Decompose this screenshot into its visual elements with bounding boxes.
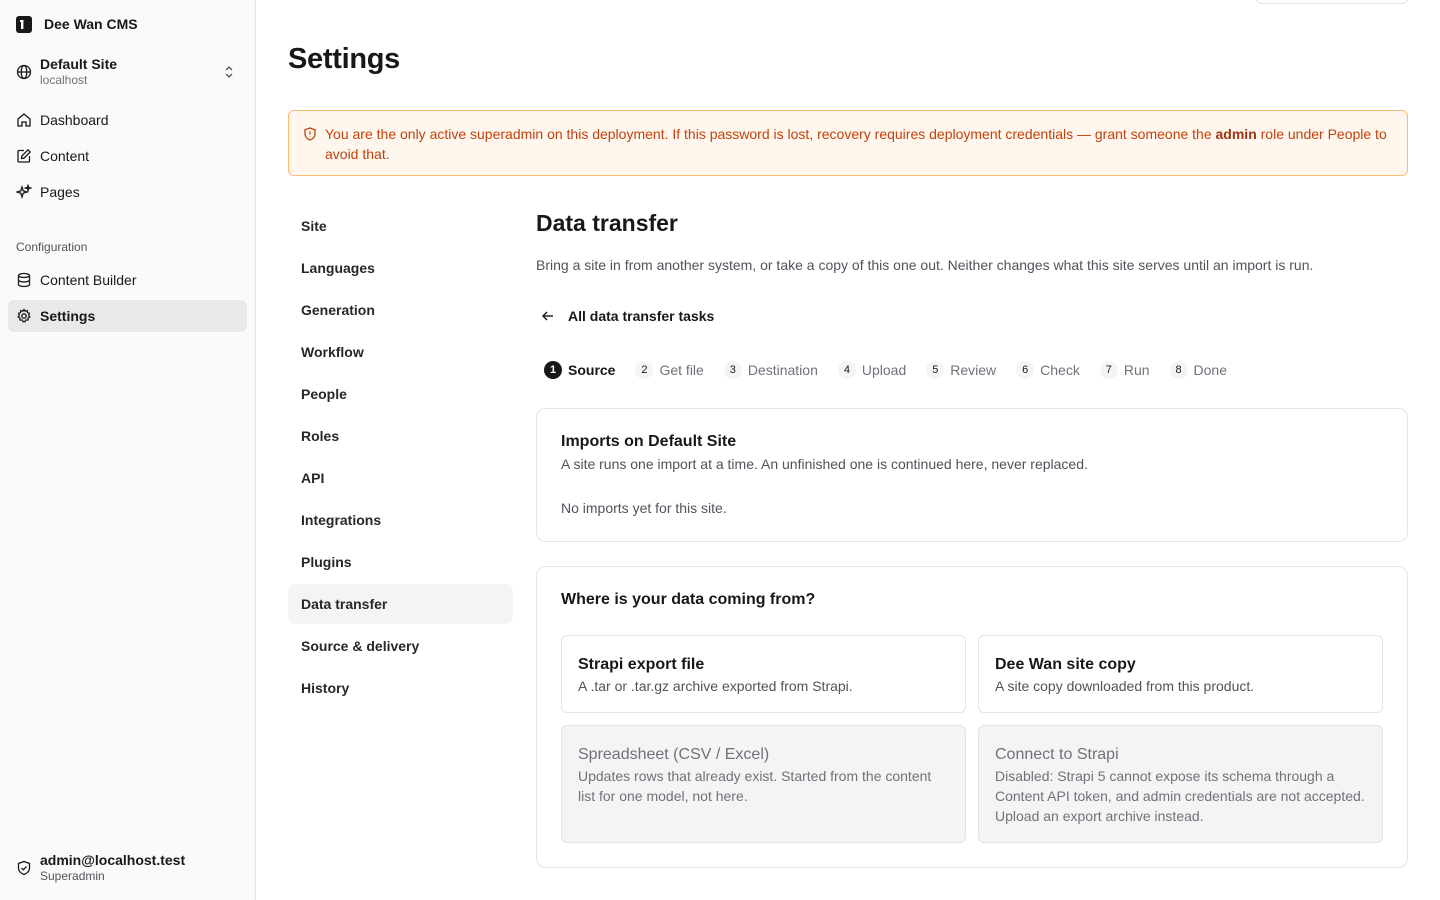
- user-role: Superadmin: [40, 869, 105, 883]
- option-title: Strapi export file: [578, 656, 705, 673]
- nav-item-content-builder[interactable]: Content Builder: [8, 264, 247, 296]
- step-label: Get file: [659, 362, 704, 378]
- gear-icon: [17, 308, 31, 323]
- settings-nav-plugins[interactable]: Plugins: [288, 542, 513, 582]
- step-number: 5: [926, 361, 945, 379]
- option-description: A site copy downloaded from this product…: [995, 678, 1255, 694]
- imports-description: A site runs one import at a time. An unf…: [561, 456, 1088, 472]
- step-upload[interactable]: 4 Upload: [837, 361, 907, 379]
- step-label: Check: [1040, 362, 1080, 378]
- stepper: 1 Source 2 Get file 3 Destination 4 Upload 5…: [544, 358, 1247, 382]
- option-title: Spreadsheet (CSV / Excel): [578, 746, 770, 763]
- source-question: Where is your data coming from?: [561, 591, 816, 608]
- nav-item-label: Pages: [40, 184, 80, 200]
- database-icon: [17, 272, 31, 288]
- alert-strong: admin: [1215, 126, 1257, 142]
- step-number: 2: [635, 361, 654, 379]
- step-done[interactable]: 8 Done: [1169, 361, 1227, 379]
- top-action-stub[interactable]: [1256, 0, 1408, 4]
- source-option-spreadsheet: Spreadsheet (CSV / Excel) Updates rows t…: [561, 725, 966, 843]
- settings-nav-languages[interactable]: Languages: [288, 248, 513, 288]
- step-label: Done: [1193, 362, 1227, 378]
- step-number: 1: [544, 361, 562, 379]
- site-host: localhost: [40, 73, 88, 87]
- app-logo-icon: [16, 15, 32, 33]
- site-switcher[interactable]: Default Site localhost: [8, 52, 248, 92]
- option-description: A .tar or .tar.gz archive exported from …: [578, 678, 853, 694]
- nav-item-settings[interactable]: Settings: [8, 300, 247, 332]
- back-link-label: All data transfer tasks: [568, 308, 715, 324]
- imports-card: Imports on Default Site A site runs one …: [536, 408, 1408, 542]
- source-option-strapi-export[interactable]: Strapi export file A .tar or .tar.gz arc…: [561, 635, 966, 713]
- nav-item-label: Content: [40, 148, 90, 164]
- settings-nav-api[interactable]: API: [288, 458, 513, 498]
- step-number: 6: [1016, 361, 1035, 379]
- step-label: Run: [1123, 362, 1150, 378]
- step-number: 4: [837, 361, 856, 379]
- settings-nav-history[interactable]: History: [288, 668, 513, 708]
- step-label: Review: [950, 362, 997, 378]
- arrow-left-icon: [542, 311, 553, 321]
- nav-group-label: Configuration: [16, 240, 88, 254]
- superadmin-warning-alert: You are the only active superadmin on th…: [288, 110, 1408, 176]
- alert-text-before: You are the only active superadmin on th…: [325, 126, 1216, 142]
- option-title: Dee Wan site copy: [995, 656, 1136, 673]
- settings-nav-source-delivery[interactable]: Source & delivery: [288, 626, 513, 666]
- nav-item-pages[interactable]: Pages: [8, 176, 247, 208]
- brand[interactable]: Dee Wan CMS: [16, 14, 138, 34]
- globe-icon: [16, 64, 32, 80]
- settings-nav-site[interactable]: Site: [288, 206, 513, 246]
- user-email: admin@localhost.test: [40, 852, 186, 868]
- option-description: Updates rows that already exist. Started…: [578, 768, 932, 804]
- step-label: Source: [568, 362, 616, 378]
- back-to-tasks-link[interactable]: All data transfer tasks: [540, 304, 714, 328]
- source-card: Where is your data coming from? Strapi e…: [536, 566, 1408, 868]
- step-review[interactable]: 5 Review: [926, 361, 996, 379]
- source-option-site-copy[interactable]: Dee Wan site copy A site copy downloaded…: [978, 635, 1383, 713]
- settings-nav-workflow[interactable]: Workflow: [288, 332, 513, 372]
- settings-nav-roles[interactable]: Roles: [288, 416, 513, 456]
- sparkles-icon: [16, 184, 32, 200]
- settings-nav-integrations[interactable]: Integrations: [288, 500, 513, 540]
- nav-item-dashboard[interactable]: Dashboard: [8, 104, 247, 136]
- shield-check-icon: [17, 860, 31, 876]
- shield-alert-icon: [304, 127, 316, 141]
- step-get-file[interactable]: 2 Get file: [635, 361, 704, 379]
- step-number: 8: [1169, 361, 1188, 379]
- option-title: Connect to Strapi: [995, 746, 1119, 763]
- nav-item-label: Dashboard: [40, 112, 109, 128]
- page-title: Settings: [288, 43, 400, 75]
- user-menu[interactable]: admin@localhost.test Superadmin: [8, 848, 248, 888]
- sidebar: Dee Wan CMS Default Site localhost Dashb…: [0, 0, 256, 900]
- app-name: Dee Wan CMS: [44, 16, 138, 32]
- step-run[interactable]: 7 Run: [1099, 361, 1150, 379]
- settings-nav-generation[interactable]: Generation: [288, 290, 513, 330]
- imports-empty-state: No imports yet for this site.: [561, 500, 727, 516]
- step-source[interactable]: 1 Source: [544, 361, 615, 379]
- source-option-connect-strapi: Connect to Strapi Disabled: Strapi 5 can…: [978, 725, 1383, 843]
- settings-nav-data-transfer[interactable]: Data transfer: [288, 584, 513, 624]
- step-label: Destination: [747, 362, 818, 378]
- settings-nav-people[interactable]: People: [288, 374, 513, 414]
- nav-item-label: Content Builder: [40, 272, 137, 288]
- option-description: Disabled: Strapi 5 cannot expose its sch…: [995, 768, 1365, 824]
- section-description: Bring a site in from another system, or …: [536, 257, 1314, 273]
- imports-title: Imports on Default Site: [561, 433, 737, 450]
- step-number: 7: [1099, 361, 1118, 379]
- step-check[interactable]: 6 Check: [1016, 361, 1080, 379]
- nav-item-label: Settings: [40, 308, 96, 324]
- home-icon: [17, 113, 31, 127]
- step-destination[interactable]: 3 Destination: [723, 361, 818, 379]
- nav-item-content[interactable]: Content: [8, 140, 247, 172]
- site-name: Default Site: [40, 56, 118, 72]
- edit-icon: [17, 148, 32, 163]
- step-number: 3: [723, 361, 742, 379]
- chevrons-up-down-icon: [225, 66, 233, 78]
- section-title: Data transfer: [536, 210, 678, 236]
- step-label: Upload: [861, 362, 907, 378]
